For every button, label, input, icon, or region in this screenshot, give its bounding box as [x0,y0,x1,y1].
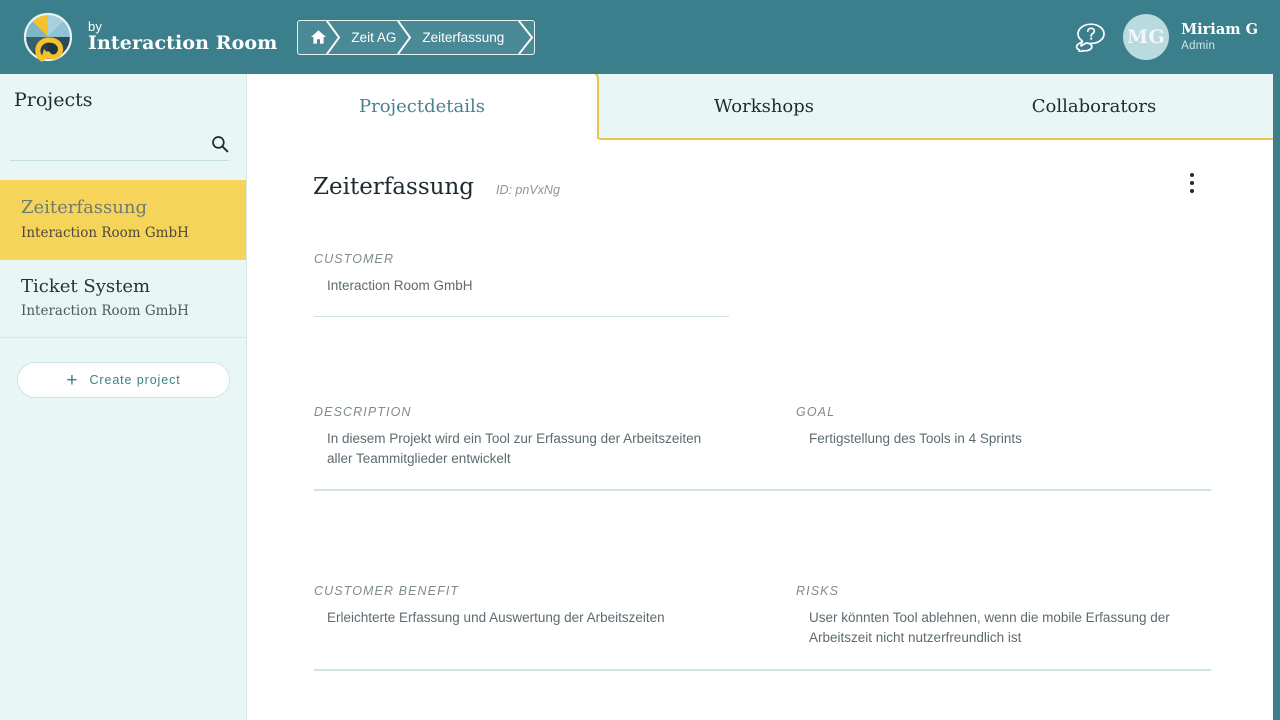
create-project-label: Create project [89,373,181,388]
create-project-button[interactable]: + Create project [17,362,230,399]
brand-name: Interaction Room [88,31,278,54]
fields-row-3: CUSTOMER BENEFIT Erleichterte Erfassung … [314,584,1211,672]
vertical-scrollbar[interactable] [1273,74,1280,720]
breadcrumb-item-label: Zeiterfassung [422,29,505,45]
sidebar-project-ticket-system[interactable]: Ticket System Interaction Room GmbH [0,260,246,339]
home-icon [310,29,327,45]
field-customer-benefit: CUSTOMER BENEFIT Erleichterte Erfassung … [314,584,1211,672]
project-customer: Interaction Room GmbH [21,224,189,241]
project-name: Zeiterfassung [21,197,147,218]
project-name: Ticket System [21,275,151,297]
sidebar-project-zeiterfassung[interactable]: Zeiterfassung Interaction Room GmbH [0,180,246,260]
sidebar-title: Projects [14,89,93,111]
fields-row-2: DESCRIPTION In diesem Projekt wird ein T… [314,405,1211,491]
field-underline [314,489,1211,491]
tab-label: Workshops [713,95,815,117]
project-details-content: Zeiterfassung ID: pnVxNg [247,140,1280,200]
brand[interactable]: by Interaction Room [20,9,277,65]
field-underline [314,668,1211,670]
search-input[interactable] [10,141,229,160]
field-label: DESCRIPTION [314,405,412,419]
search-icon[interactable] [211,135,229,158]
tab-projectdetails[interactable]: Projectdetails [247,74,599,139]
kebab-menu-icon[interactable] [1180,166,1204,200]
field-customer: CUSTOMER Interaction Room GmbH [314,252,729,318]
field-risks: RISKS User könnten Tool ablehnen, wenn d… [314,584,1211,670]
scrollbar-thumb[interactable] [1273,74,1280,720]
field-value-risks[interactable]: User könnten Tool ablehnen, wenn die mob… [796,598,1211,649]
user-role: Admin [1181,39,1216,52]
app-root: by Interaction Room Zeit AG Zeiterfassun… [0,0,1280,720]
help-chat-icon[interactable] [1073,21,1107,53]
field-label: GOAL [796,405,836,419]
user-menu[interactable]: MG Miriam G Admin [1123,14,1258,60]
breadcrumb-item-1[interactable]: Zeiterfassung [410,21,518,54]
tab-bar: Projectdetails Workshops Collaborators [247,74,1280,140]
create-project-wrap: + Create project [0,338,246,399]
tab-workshops[interactable]: Workshops [599,74,929,139]
user-meta: Miriam G Admin [1181,21,1258,54]
tab-label: Collaborators [1031,95,1157,117]
field-value-goal[interactable]: Fertigstellung des Tools in 4 Sprints [796,419,1211,449]
field-value-description[interactable]: In diesem Projekt wird ein Tool zur Erfa… [314,419,729,470]
project-list: Zeiterfassung Interaction Room GmbH Tick… [0,180,246,339]
breadcrumb-separator-icon [397,20,412,54]
avatar: MG [1123,14,1170,60]
tab-collaborators[interactable]: Collaborators [929,74,1259,139]
breadcrumb: Zeit AG Zeiterfassung [297,19,536,55]
field-label: CUSTOMER BENEFIT [314,584,460,598]
project-customer: Interaction Room GmbH [21,303,189,320]
sidebar: Projects Zeiterfassung Interaction Room … [0,74,247,720]
kebab-dot [1190,189,1194,193]
field-goal: GOAL Fertigstellung des Tools in 4 Sprin… [314,405,1211,491]
user-name: Miriam G [1181,20,1258,38]
breadcrumb-item-0[interactable]: Zeit AG [339,20,412,54]
field-label: RISKS [796,584,840,598]
breadcrumb-home[interactable] [298,20,341,54]
kebab-dot [1190,181,1194,185]
breadcrumb-end-cap-icon [518,20,534,54]
project-id: ID: pnVxNg [495,183,560,197]
tab-label: Projectdetails [359,95,485,117]
field-label: CUSTOMER [314,252,395,266]
field-description: DESCRIPTION In diesem Projekt wird ein T… [314,405,1211,491]
page-title: Zeiterfassung [313,174,474,200]
kebab-dot [1190,173,1194,177]
search-row [10,135,229,161]
breadcrumb-separator-icon [326,20,341,54]
title-row: Zeiterfassung ID: pnVxNg [247,140,1280,200]
brand-text: by Interaction Room [88,20,277,54]
top-bar: by Interaction Room Zeit AG Zeiterfassun… [0,0,1280,74]
plus-icon: + [66,369,78,391]
field-underline [314,670,1211,672]
top-bar-right: MG Miriam G Admin [1073,14,1258,60]
breadcrumb-item-label: Zeit AG [351,29,397,45]
interaction-room-logo-icon [20,9,78,65]
field-value-customer[interactable]: Interaction Room GmbH [314,266,729,296]
field-underline [314,316,729,318]
field-value-customer-benefit[interactable]: Erleichterte Erfassung und Auswertung de… [314,598,729,628]
